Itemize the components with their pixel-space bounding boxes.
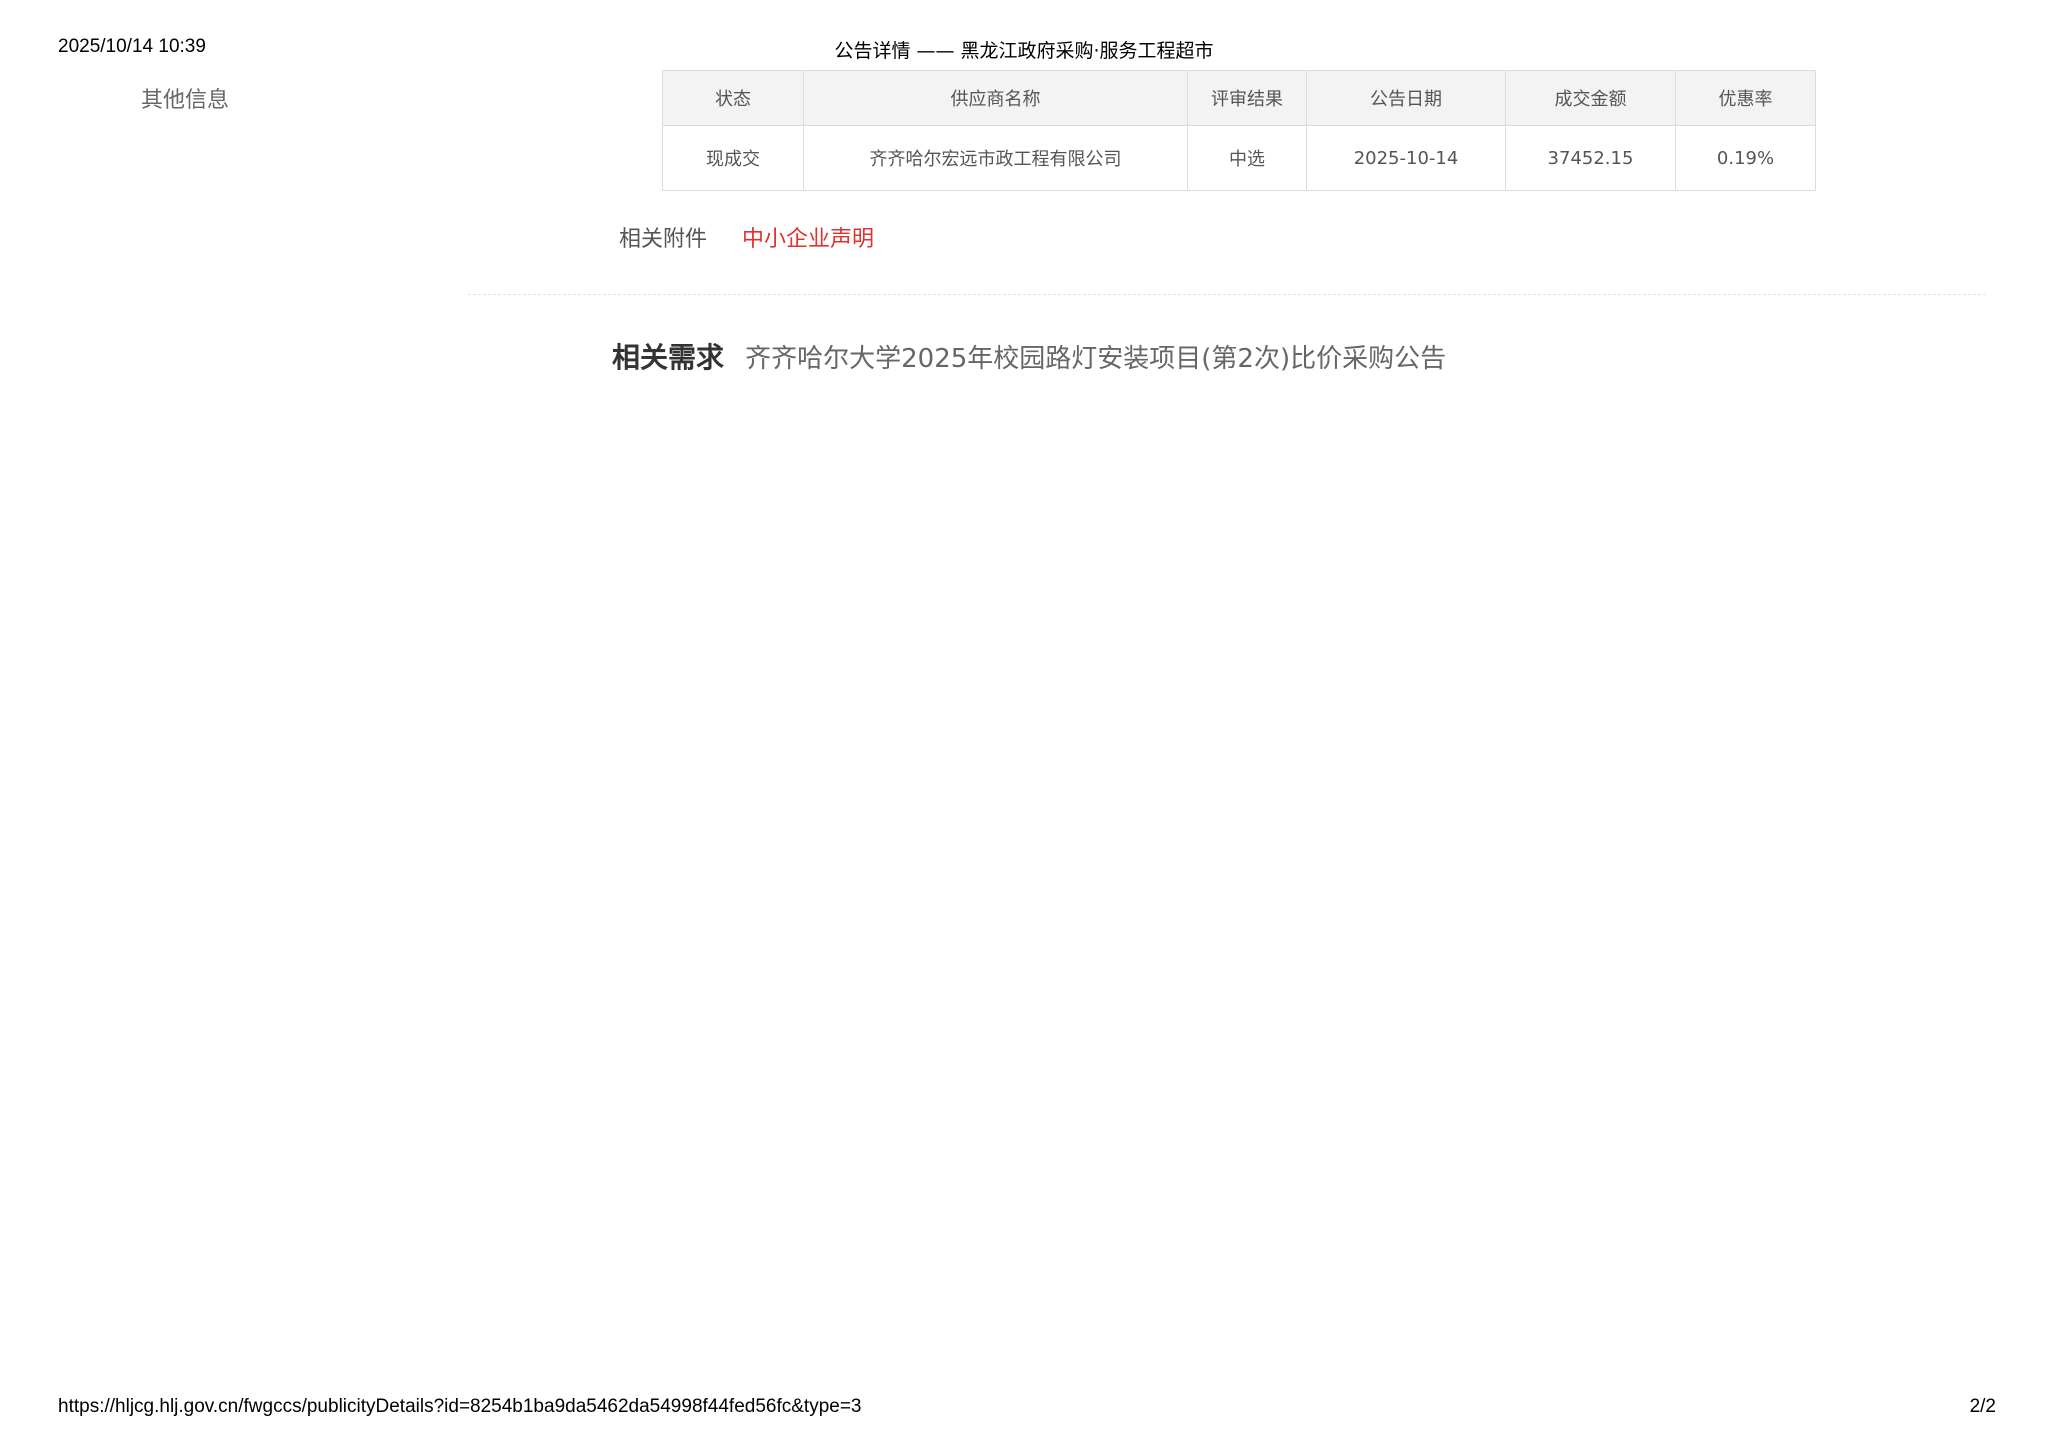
header-deal-amount: 成交金额 xyxy=(1505,70,1676,126)
cell-announce-date: 2025-10-14 xyxy=(1306,125,1506,191)
header-discount-rate: 优惠率 xyxy=(1675,70,1816,126)
attachments-label: 相关附件 xyxy=(619,227,708,252)
related-demand-label: 相关需求 xyxy=(612,341,725,374)
section-divider xyxy=(468,294,1986,295)
header-announce-date: 公告日期 xyxy=(1306,70,1506,126)
sidebar-other-info[interactable]: 其他信息 xyxy=(141,82,229,114)
sme-declaration-link[interactable]: 中小企业声明 xyxy=(742,227,874,252)
related-demand-row: 相关需求 齐齐哈尔大学2025年校园路灯安装项目(第2次)比价采购公告 xyxy=(612,336,1446,376)
cell-discount-rate: 0.19% xyxy=(1675,125,1816,191)
print-page-number: 2/2 xyxy=(1969,1396,1996,1417)
header-status: 状态 xyxy=(662,70,804,126)
attachments-row: 相关附件 中小企业声明 xyxy=(619,221,874,253)
header-review-result: 评审结果 xyxy=(1187,70,1307,126)
table-row: 现成交 齐齐哈尔宏远市政工程有限公司 中选 2025-10-14 37452.1… xyxy=(662,125,1816,191)
header-supplier-name: 供应商名称 xyxy=(803,70,1188,126)
result-table: 状态 供应商名称 评审结果 公告日期 成交金额 优惠率 现成交 齐齐哈尔宏远市政… xyxy=(662,70,1816,191)
print-page-title: 公告详情 —— 黑龙江政府采购·服务工程超市 xyxy=(834,40,1214,62)
related-demand-link[interactable]: 齐齐哈尔大学2025年校园路灯安装项目(第2次)比价采购公告 xyxy=(745,344,1446,374)
table-header-row: 状态 供应商名称 评审结果 公告日期 成交金额 优惠率 xyxy=(662,70,1816,126)
cell-status: 现成交 xyxy=(662,125,804,191)
cell-deal-amount: 37452.15 xyxy=(1505,125,1676,191)
print-footer-url: https://hljcg.hlj.gov.cn/fwgccs/publicit… xyxy=(58,1396,862,1417)
cell-supplier-name: 齐齐哈尔宏远市政工程有限公司 xyxy=(803,125,1188,191)
cell-review-result: 中选 xyxy=(1187,125,1307,191)
